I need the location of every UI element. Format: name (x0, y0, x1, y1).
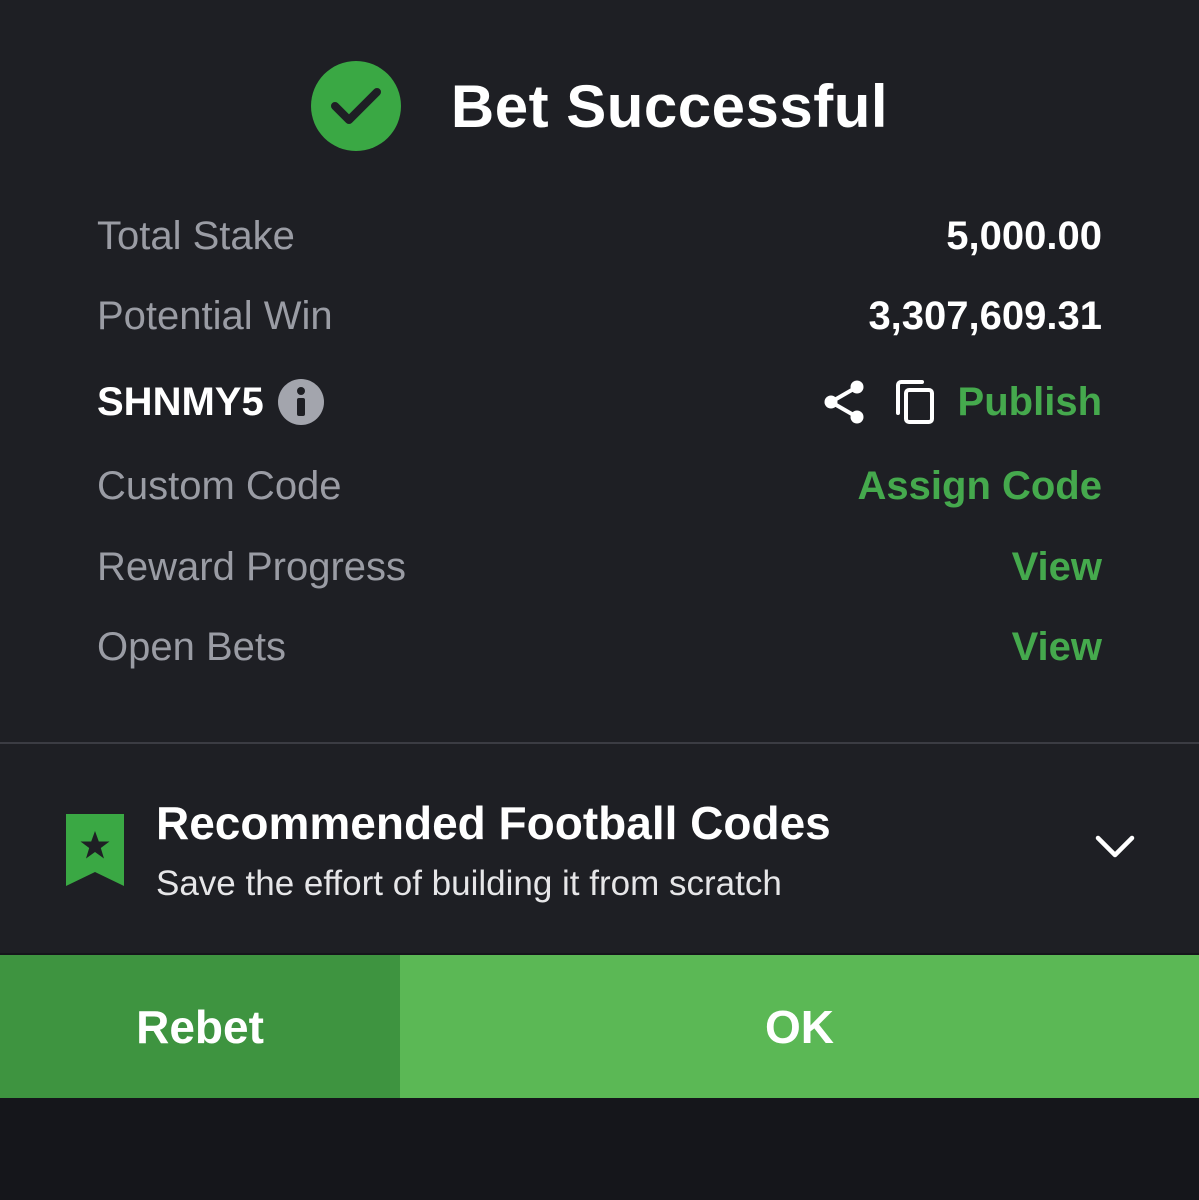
page-title: Bet Successful (450, 72, 889, 140)
info-icon[interactable] (277, 379, 324, 425)
ok-button[interactable]: OK (400, 955, 1199, 1098)
recommended-title: Recommended Football Codes (156, 797, 831, 849)
total-stake-value: 5,000.00 (946, 213, 1102, 258)
check-circle-icon (310, 61, 401, 151)
open-bets-label: Open Bets (97, 624, 287, 669)
reward-progress-row: Reward Progress View (97, 537, 1102, 597)
reward-progress-label: Reward Progress (97, 544, 407, 589)
reward-progress-view-link[interactable]: View (1012, 545, 1102, 590)
publish-button[interactable]: Publish (958, 380, 1102, 425)
booking-code: SHNMY5 (97, 379, 264, 424)
recommended-subtitle: Save the effort of building it from scra… (156, 864, 782, 903)
bookmark-star-icon (66, 814, 124, 886)
booking-code-group: SHNMY5 (97, 379, 324, 425)
potential-win-value: 3,307,609.31 (868, 293, 1102, 338)
total-stake-row: Total Stake 5,000.00 (97, 206, 1102, 266)
custom-code-row: Custom Code Assign Code (97, 456, 1102, 516)
share-icon[interactable] (822, 379, 866, 425)
header: Bet Successful (0, 60, 1199, 152)
assign-code-link[interactable]: Assign Code (858, 464, 1102, 509)
potential-win-row: Potential Win 3,307,609.31 (97, 286, 1102, 346)
booking-code-row: SHNMY5 Publish (97, 372, 1102, 432)
custom-code-label: Custom Code (97, 463, 342, 508)
open-bets-view-link[interactable]: View (1012, 625, 1102, 670)
recommended-codes-section[interactable]: Recommended Football Codes Save the effo… (0, 744, 1199, 953)
bet-success-panel: Bet Successful Total Stake 5,000.00 Pote… (0, 0, 1199, 953)
potential-win-label: Potential Win (97, 293, 333, 338)
total-stake-label: Total Stake (97, 213, 295, 258)
booking-actions: Publish (822, 379, 1102, 425)
rebet-button[interactable]: Rebet (0, 955, 400, 1098)
chevron-down-icon[interactable] (1094, 832, 1136, 862)
copy-icon[interactable] (894, 379, 936, 425)
open-bets-row: Open Bets View (97, 617, 1102, 677)
bet-success-screen: Bet Successful Total Stake 5,000.00 Pote… (0, 0, 1199, 1200)
